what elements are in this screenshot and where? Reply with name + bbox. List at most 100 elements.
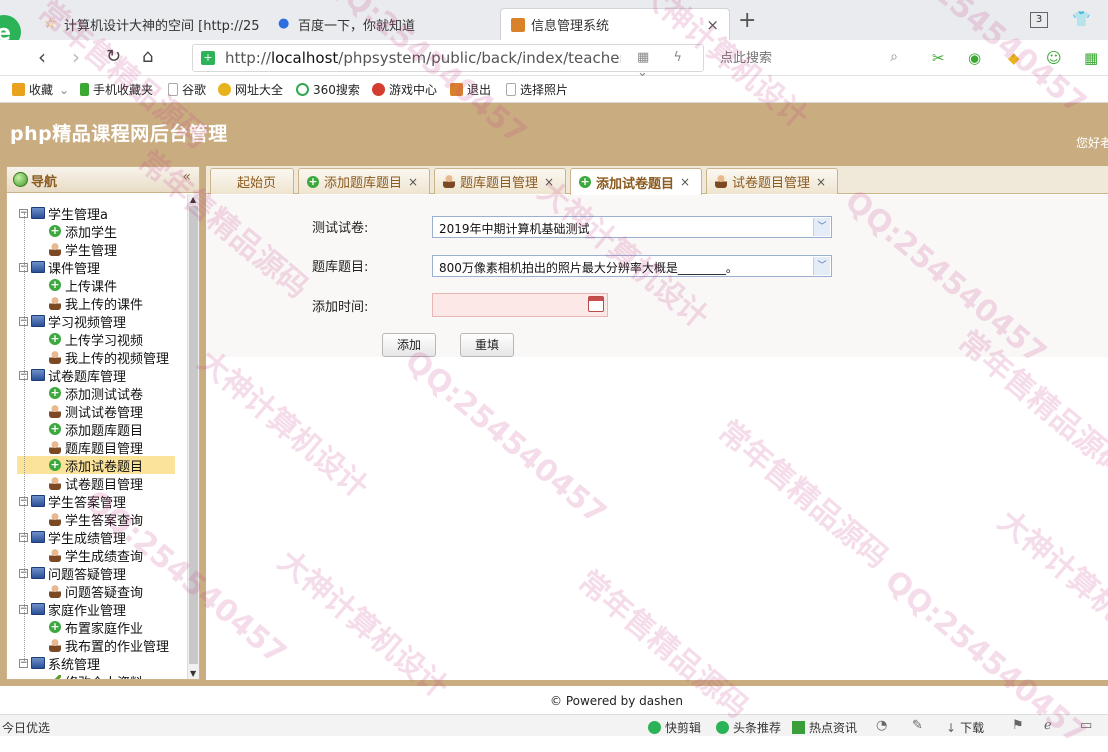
nav-group[interactable]: − 系统管理: [19, 654, 101, 673]
flag-icon[interactable]: ⚑: [1012, 718, 1024, 733]
apps-icon[interactable]: ▦: [1084, 48, 1098, 68]
browser-tab-1[interactable]: ☆ 计算机设计大神的空间 [http://25: [34, 8, 266, 40]
content-tab[interactable]: 试卷题目管理 ×: [706, 168, 838, 194]
nav-label: 学习视频管理: [48, 315, 127, 331]
reset-button[interactable]: 重填: [460, 333, 514, 357]
url-text[interactable]: http://localhost/phpsystem/public/back/i…: [225, 49, 621, 67]
new-tab-button[interactable]: +: [738, 10, 756, 32]
nav-group[interactable]: − 学生成绩管理: [19, 528, 126, 547]
nav-item[interactable]: 学生管理: [17, 240, 117, 259]
nav-item-selected[interactable]: + 添加试卷题目: [17, 456, 175, 475]
address-bar[interactable]: + http://localhost/phpsystem/public/back…: [192, 44, 704, 80]
search-input[interactable]: [712, 44, 906, 72]
nav-group[interactable]: − 学习视频管理: [19, 312, 127, 331]
status-quick-clip[interactable]: 快剪辑: [648, 719, 701, 736]
add-button[interactable]: 添加: [382, 333, 436, 357]
refresh-button[interactable]: ↻: [106, 46, 121, 68]
content-tab-active[interactable]: + 添加试卷题目 ×: [570, 168, 702, 195]
bookmark-360[interactable]: 360搜索: [296, 81, 360, 98]
nav-item[interactable]: + 添加题库题目: [17, 420, 143, 439]
bookmark-favorites[interactable]: 收藏 ⌄: [12, 81, 69, 98]
emoji-icon[interactable]: ☺: [1046, 48, 1062, 68]
nav-item[interactable]: 学生成绩查询: [17, 546, 143, 565]
nav-item[interactable]: + 布置家庭作业: [17, 618, 143, 637]
sidebar-scrollbar[interactable]: ▲ ▼: [187, 194, 199, 679]
content-tab[interactable]: 题库题目管理 ×: [434, 168, 566, 194]
add-time-input[interactable]: [432, 293, 608, 317]
nav-label: 修改个人资料: [65, 672, 143, 680]
computer-icon: [31, 531, 45, 543]
close-tab-icon[interactable]: ×: [680, 175, 690, 189]
browser-tab-2[interactable]: ● 百度一下，你就知道: [268, 8, 498, 40]
chevron-down-icon[interactable]: ﹀: [813, 257, 830, 275]
nav-label: 系统管理: [48, 657, 101, 673]
nav-item[interactable]: 修改个人资料: [17, 672, 143, 679]
bookmark-hao[interactable]: 网址大全: [218, 81, 283, 98]
close-tab-icon[interactable]: ×: [408, 175, 418, 189]
home-button[interactable]: ⌂: [142, 46, 153, 68]
paper-select[interactable]: 2019年中期计算机基础测试 ﹀: [432, 216, 832, 238]
browser-tab-3-active[interactable]: 信息管理系统 ×: [500, 8, 730, 40]
nav-label: 试卷题目管理: [65, 477, 144, 493]
nav-group[interactable]: − 问题答疑管理: [19, 564, 126, 583]
nav-label: 问题答疑查询: [65, 585, 144, 601]
nav-item[interactable]: + 上传课件: [17, 276, 118, 295]
nav-item[interactable]: 试卷题目管理: [17, 474, 144, 493]
nav-group[interactable]: − 家庭作业管理: [19, 600, 126, 619]
nav-item[interactable]: + 上传学习视频: [17, 330, 143, 349]
nav-item[interactable]: 题库题目管理: [17, 438, 143, 457]
bookmark-exit[interactable]: 退出: [450, 81, 491, 98]
window-icon[interactable]: ▭: [1080, 718, 1092, 733]
question-select[interactable]: 800万像素相机拍出的照片最大分辨率大概是________。 ﹀: [432, 255, 832, 277]
close-tab-icon[interactable]: ×: [706, 16, 719, 34]
nav-item[interactable]: 问题答疑查询: [17, 582, 144, 601]
search360-icon: [296, 83, 309, 96]
status-headlines[interactable]: 头条推荐: [716, 719, 781, 736]
nav-item[interactable]: + 添加测试试卷: [17, 384, 143, 403]
nav-item[interactable]: 学生答案查询: [17, 510, 143, 529]
back-button[interactable]: ‹: [38, 46, 46, 68]
scroll-up-icon[interactable]: ▲: [190, 195, 196, 204]
scroll-down-icon[interactable]: ▼: [190, 669, 196, 678]
coin-icon[interactable]: ◆: [1008, 48, 1020, 68]
nav-label: 学生答案管理: [48, 495, 127, 511]
nav-label: 上传课件: [65, 279, 118, 295]
nav-item[interactable]: + 添加学生: [17, 222, 117, 241]
scissors-icon[interactable]: ✂: [932, 48, 945, 68]
scrollbar-thumb[interactable]: [189, 206, 198, 664]
nav-group[interactable]: − 学生管理a: [19, 204, 108, 223]
page-favicon-icon: [511, 17, 525, 32]
skin-icon[interactable]: 👕: [1072, 10, 1091, 28]
ie-icon[interactable]: ℯ: [1044, 718, 1052, 733]
bookmark-games[interactable]: 游戏中心: [372, 81, 437, 98]
search-icon[interactable]: ⌕: [890, 49, 898, 65]
status-download[interactable]: ↓ 下载: [946, 719, 984, 736]
bookmark-photos[interactable]: 选择照片: [506, 81, 568, 98]
speed-icon[interactable]: ◔: [876, 718, 887, 733]
forward-button[interactable]: ›: [72, 46, 80, 68]
browser-status-bar: 今日优选 快剪辑 头条推荐 热点资讯 ◔ ✎ ↓ 下载 ⚑ ℯ ▭: [0, 714, 1108, 736]
nav-item[interactable]: 测试试卷管理: [17, 402, 143, 421]
nav-item[interactable]: 我上传的课件: [17, 294, 143, 313]
content-tab[interactable]: 起始页: [210, 168, 294, 194]
bookmark-google[interactable]: 谷歌: [168, 81, 206, 98]
tab-count-badge[interactable]: 3: [1030, 12, 1048, 28]
close-tab-icon[interactable]: ×: [816, 175, 826, 189]
search-box[interactable]: ⌕: [712, 44, 906, 72]
nav-item[interactable]: 我布置的作业管理: [17, 636, 169, 655]
close-tab-icon[interactable]: ×: [544, 175, 554, 189]
nav-group[interactable]: − 课件管理: [19, 258, 100, 277]
calendar-icon[interactable]: [588, 296, 604, 312]
status-today-picks[interactable]: 今日优选: [2, 719, 50, 736]
status-hot-news[interactable]: 热点资讯: [792, 719, 857, 736]
nav-group[interactable]: − 试卷题库管理: [19, 366, 126, 385]
pin-icon[interactable]: ✎: [912, 718, 923, 733]
translate-icon[interactable]: ◉: [968, 48, 981, 68]
bookmark-mobile[interactable]: 手机收藏夹: [80, 81, 153, 98]
nav-item[interactable]: 我上传的视频管理: [17, 348, 169, 367]
bookmarks-bar: 收藏 ⌄ 手机收藏夹 谷歌 网址大全 360搜索 游戏中心 退出 选择照片: [0, 76, 1108, 103]
content-tab[interactable]: + 添加题库题目 ×: [298, 168, 430, 194]
chevron-down-icon[interactable]: ﹀: [813, 218, 830, 236]
nav-group[interactable]: − 学生答案管理: [19, 492, 127, 511]
collapse-sidebar-icon[interactable]: «: [182, 169, 191, 185]
